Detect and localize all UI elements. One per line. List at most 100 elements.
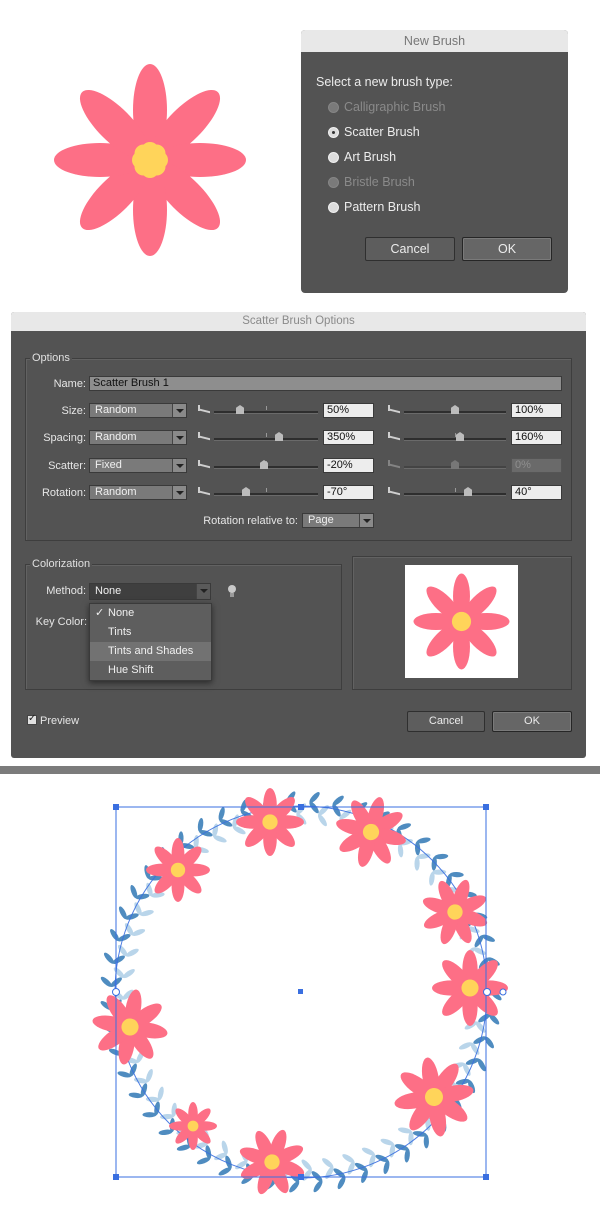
leaf (414, 856, 420, 871)
pressure-icon (388, 487, 400, 497)
scatter-min-slider[interactable] (214, 460, 318, 469)
menu-item-none[interactable]: ✓ None (90, 604, 211, 623)
leaf (221, 1140, 228, 1155)
method-label: Method: (46, 585, 86, 597)
chevron-down-icon (172, 486, 186, 499)
wreath-artwork[interactable] (0, 774, 600, 1215)
cancel-button[interactable]: Cancel (365, 237, 455, 261)
select-value: Random (95, 431, 137, 443)
menu-item-tints[interactable]: Tints (90, 623, 211, 642)
radio-label: Scatter Brush (344, 125, 420, 139)
leaf (325, 1166, 334, 1179)
dialog-title: Scatter Brush Options (11, 312, 586, 331)
leaf (140, 910, 154, 917)
radio-icon (328, 126, 339, 138)
new-brush-dialog: New Brush Select a new brush type: Calli… (301, 30, 568, 293)
scatter-label: Scatter: (48, 460, 86, 472)
chevron-down-icon (172, 459, 186, 472)
key-color-label: Key Color: (35, 616, 87, 628)
chevron-down-icon (172, 404, 186, 417)
radio-icon (328, 176, 339, 188)
rotation-max-slider[interactable] (404, 487, 506, 496)
brush-preview (405, 565, 518, 678)
leaf (383, 1160, 390, 1175)
tips-lightbulb-icon[interactable] (228, 585, 236, 598)
leaf (126, 948, 139, 957)
rotation-max-field[interactable]: 40° (511, 485, 562, 500)
dialog-title: New Brush (301, 30, 568, 52)
ok-button[interactable]: OK (492, 711, 572, 732)
radio-label: Pattern Brush (344, 200, 421, 214)
leaf (117, 1071, 132, 1078)
radio-scatter-brush[interactable]: Scatter Brush (328, 124, 420, 140)
scatter-min-field[interactable]: -20% (323, 458, 374, 473)
scatter-max-field: 0% (511, 458, 562, 473)
radio-calligraphic-brush: Calligraphic Brush (328, 99, 445, 115)
radio-icon (328, 201, 339, 213)
flower-center (132, 142, 168, 178)
select-value: Random (95, 404, 137, 416)
pressure-icon (388, 405, 400, 415)
select-value: Fixed (95, 459, 122, 471)
spacing-min-field[interactable]: 350% (323, 430, 374, 445)
leaf (458, 1042, 473, 1050)
leaf (197, 817, 204, 832)
leaf (481, 934, 495, 942)
radio-bristle-brush: Bristle Brush (328, 174, 415, 190)
leaf (361, 1169, 368, 1183)
size-min-field[interactable]: 50% (323, 403, 374, 418)
radio-art-brush[interactable]: Art Brush (328, 149, 396, 165)
radio-pattern-brush[interactable]: Pattern Brush (328, 199, 420, 215)
leaf (342, 1154, 355, 1163)
select-value: Page (308, 514, 334, 526)
ok-button[interactable]: OK (462, 237, 552, 261)
leaf (337, 1176, 346, 1190)
leaf (142, 1112, 157, 1118)
preview-checkbox[interactable] (27, 713, 37, 725)
pressure-icon (388, 460, 400, 470)
radio-icon (328, 151, 339, 163)
spacing-label: Spacing: (43, 432, 86, 444)
menu-item-hue-shift[interactable]: Hue Shift (90, 661, 211, 680)
menu-item-label: Hue Shift (108, 664, 154, 676)
chevron-down-icon (172, 431, 186, 444)
size-label: Size: (61, 405, 86, 417)
leaf (122, 968, 135, 979)
menu-item-label: Tints (108, 626, 132, 638)
name-field[interactable]: Scatter Brush 1 (89, 376, 562, 391)
wreath-flowers (85, 787, 508, 1206)
leaf (474, 935, 484, 948)
leaf (354, 1162, 368, 1172)
radio-label: Art Brush (344, 150, 397, 164)
pressure-icon (198, 432, 210, 442)
leaf (322, 1158, 334, 1168)
pressure-icon (198, 460, 210, 470)
rotation-min-slider[interactable] (214, 487, 318, 496)
size-mode-select[interactable]: Random (89, 403, 187, 418)
radio-label: Calligraphic Brush (344, 100, 446, 114)
scatter-mode-select[interactable]: Fixed (89, 458, 187, 473)
spacing-min-slider[interactable] (214, 432, 318, 441)
size-min-slider[interactable] (214, 405, 318, 414)
spacing-max-field[interactable]: 160% (511, 430, 562, 445)
leaf (317, 814, 327, 827)
radio-label: Bristle Brush (344, 175, 415, 189)
scatter-max-slider (404, 460, 506, 469)
spacing-mode-select[interactable]: Random (89, 430, 187, 445)
cancel-button[interactable]: Cancel (407, 711, 485, 732)
spacing-max-slider[interactable] (404, 432, 506, 441)
pressure-icon (198, 405, 210, 415)
rotation-relative-select[interactable]: Page (302, 513, 374, 528)
rotation-min-field[interactable]: -70° (323, 485, 374, 500)
leaf (131, 928, 146, 936)
leaf (313, 1180, 323, 1193)
rotation-mode-select[interactable]: Random (89, 485, 187, 500)
menu-item-tints-and-shades[interactable]: Tints and Shades (90, 642, 211, 661)
rotation-relative-label: Rotation relative to: (203, 515, 298, 527)
size-max-slider[interactable] (404, 405, 506, 414)
method-dropdown-menu: ✓ None Tints Tints and Shades Hue Shift (89, 603, 212, 681)
size-max-field[interactable]: 100% (511, 403, 562, 418)
radio-icon (328, 101, 339, 113)
menu-item-label: Tints and Shades (108, 645, 194, 657)
method-select[interactable]: None (89, 583, 211, 600)
